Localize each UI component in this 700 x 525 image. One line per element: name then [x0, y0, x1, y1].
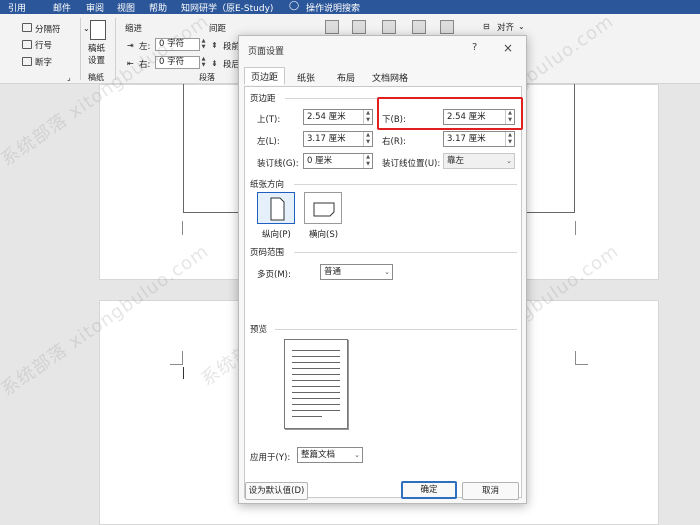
top-margin-spinner[interactable]: ▲ ▼ — [363, 110, 372, 124]
indent-right-icon: ⇤ — [127, 59, 134, 68]
spacing-after-icon: ⇟ — [211, 59, 218, 68]
chevron-down-icon: ⌄ — [83, 24, 90, 33]
text-cursor — [183, 367, 184, 379]
ok-button[interactable]: 确定 — [401, 481, 457, 499]
indent-left-label: 左: — [139, 42, 151, 52]
tab-estudy[interactable]: 知网研学（原E-Study) — [181, 1, 273, 14]
gutter-position-label: 装订线位置(U): — [382, 159, 441, 169]
margins-section-title: 页边距 — [250, 94, 276, 104]
multiple-pages-select[interactable]: 普通 ⌄ — [320, 264, 393, 280]
tab-panel-margins: 页边距 上(T): 2.54 厘米 ▲ ▼ 下(B): 2.54 厘米 ▲ ▼ 左(… — [244, 86, 523, 498]
right-margin-label: 右(R): — [382, 137, 406, 147]
chevron-down-icon: ⌄ — [518, 22, 525, 31]
spacing-title: 间距 — [209, 24, 227, 34]
tab-margins[interactable]: 页边距 — [244, 67, 286, 85]
multiple-pages-label: 多页(M): — [257, 270, 291, 280]
dialog-launcher-icon[interactable]: ⌟ — [67, 73, 71, 82]
left-margin-input[interactable]: 3.17 厘米 ▲ ▼ — [303, 131, 373, 147]
close-icon[interactable]: × — [503, 41, 513, 55]
paragraph-group-label: 段落 — [199, 73, 215, 82]
apply-to-label: 应用于(Y): — [250, 453, 291, 463]
spacing-before-icon: ⇞ — [211, 41, 218, 50]
gutter-input[interactable]: 0 厘米 ▲ ▼ — [303, 153, 373, 169]
cancel-button[interactable]: 取消 — [462, 482, 519, 500]
page-setup-dialog: 页面设置 ? × 页边距 纸张 布局 文档网格 页边距 上(T): 2.54 厘… — [238, 35, 527, 504]
tab-review[interactable]: 审阅 — [86, 1, 104, 14]
align-button[interactable]: 对齐 — [497, 21, 514, 33]
pages-section-title: 页码范围 — [250, 248, 285, 258]
breaks-button[interactable]: 分隔符 — [35, 23, 61, 35]
line-numbers-button[interactable]: 行号 — [35, 39, 52, 51]
chevron-down-icon: ⌄ — [384, 268, 390, 276]
portrait-icon — [270, 197, 285, 221]
indent-title: 缩进 — [125, 24, 143, 34]
landscape-icon — [313, 202, 335, 217]
line-numbers-icon — [22, 40, 32, 49]
right-margin-spinner[interactable]: ▲ ▼ — [505, 132, 514, 146]
manuscript-group-label: 稿纸 — [88, 73, 104, 82]
send-backward-icon[interactable] — [412, 20, 426, 34]
align-icon: ⊟ — [483, 22, 490, 31]
tab-view[interactable]: 视图 — [117, 1, 135, 14]
tab-paper[interactable]: 纸张 — [291, 69, 321, 86]
highlight-box — [377, 97, 523, 130]
wrap-text-icon[interactable] — [352, 20, 366, 34]
page-preview — [284, 339, 348, 429]
selection-pane-icon[interactable] — [440, 20, 454, 34]
portrait-label: 纵向(P) — [262, 230, 291, 240]
tab-references[interactable]: 引用 — [8, 1, 26, 14]
margin-corner-mark — [170, 351, 183, 365]
manuscript-button-line1[interactable]: 稿纸 — [88, 42, 105, 54]
indent-left-input[interactable]: 0 字符 — [155, 38, 200, 51]
indent-right-label: 右: — [139, 60, 151, 70]
manuscript-button-line2[interactable]: 设置 — [88, 54, 105, 66]
landscape-label: 横向(S) — [309, 230, 339, 240]
indent-left-icon: ⇥ — [127, 41, 134, 50]
chevron-down-icon: ⌄ — [506, 157, 512, 165]
landscape-button[interactable] — [304, 192, 342, 224]
indent-right-spinner[interactable]: ▲ ▼ — [200, 56, 207, 69]
tab-help[interactable]: 帮助 — [149, 1, 167, 14]
right-margin-input[interactable]: 3.17 厘米 ▲ ▼ — [443, 131, 515, 147]
gutter-position-select[interactable]: 靠左 ⌄ — [443, 153, 515, 169]
help-button[interactable]: ? — [472, 42, 477, 53]
chevron-down-icon: ⌄ — [354, 451, 360, 459]
indent-left-spinner[interactable]: ▲ ▼ — [200, 38, 207, 51]
apply-to-select[interactable]: 整篇文档 ⌄ — [297, 447, 363, 463]
margin-corner-mark — [170, 221, 183, 235]
set-default-button[interactable]: 设为默认值(D) — [245, 482, 308, 500]
tab-layout[interactable]: 布局 — [331, 69, 361, 86]
preview-section-title: 预览 — [250, 325, 268, 335]
margin-corner-mark — [575, 351, 588, 365]
tell-me-search[interactable]: 操作说明搜索 — [306, 1, 360, 14]
top-margin-input[interactable]: 2.54 厘米 ▲ ▼ — [303, 109, 373, 125]
ribbon-tab-bar: 引用 邮件 审阅 视图 帮助 知网研学（原E-Study) ◯ 操作说明搜索 — [0, 0, 700, 14]
hyphenation-button[interactable]: 断字 — [35, 56, 52, 68]
manuscript-icon — [90, 20, 106, 40]
hyphenation-icon — [22, 57, 32, 66]
tab-mailings[interactable]: 邮件 — [53, 1, 71, 14]
margin-corner-mark — [575, 221, 588, 235]
left-margin-spinner[interactable]: ▲ ▼ — [363, 132, 372, 146]
tab-document-grid[interactable]: 文档网格 — [366, 69, 414, 86]
orientation-section-title: 纸张方向 — [250, 180, 285, 190]
dialog-title: 页面设置 — [248, 47, 285, 57]
indent-right-input[interactable]: 0 字符 — [155, 56, 200, 69]
top-margin-label: 上(T): — [257, 115, 281, 125]
breaks-icon — [22, 23, 32, 32]
lightbulb-icon: ◯ — [289, 1, 300, 11]
bring-forward-icon[interactable] — [382, 20, 396, 34]
gutter-spinner[interactable]: ▲ ▼ — [363, 154, 372, 168]
position-icon[interactable] — [325, 20, 339, 34]
left-margin-label: 左(L): — [257, 137, 280, 147]
gutter-label: 装订线(G): — [257, 159, 299, 169]
portrait-button[interactable] — [257, 192, 295, 224]
